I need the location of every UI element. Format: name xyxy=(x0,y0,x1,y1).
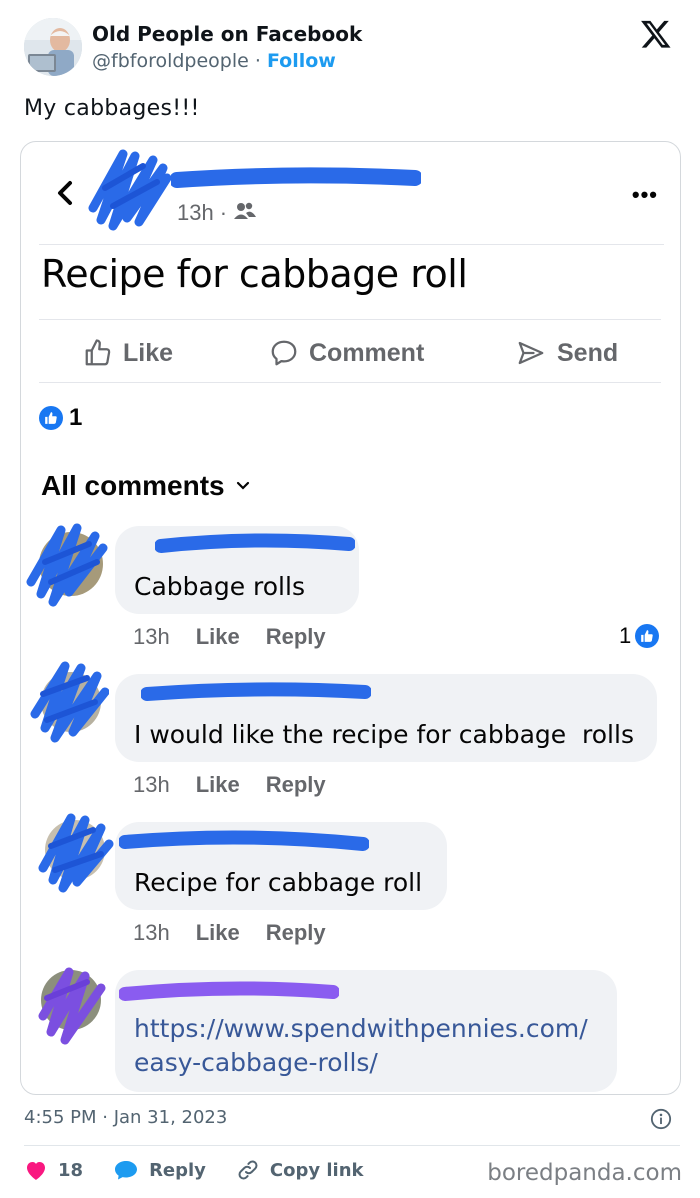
comment-action-label: Comment xyxy=(309,338,425,367)
heart-icon xyxy=(27,1162,45,1180)
follow-button[interactable]: Follow xyxy=(267,50,336,72)
commenter-avatar-redacted xyxy=(25,522,108,607)
comment-link-line: easy-cabbage-rolls/ xyxy=(134,1048,378,1077)
post-title: Recipe for cabbage roll xyxy=(41,252,468,296)
comment-text: Cabbage rolls xyxy=(134,572,305,601)
post-meta: 13h · xyxy=(177,200,257,226)
send-action-button[interactable]: Send xyxy=(515,338,618,368)
send-arrow-icon xyxy=(518,341,544,365)
more-dots-icon[interactable]: ••• xyxy=(632,182,658,208)
commenter-name-redacted xyxy=(155,533,355,553)
comment-bubble[interactable]: Recipe for cabbage roll xyxy=(115,822,447,910)
comment-time: 13h xyxy=(133,772,170,797)
watermark: boredpanda.com xyxy=(487,1160,682,1186)
post-time-dot: · xyxy=(219,200,228,225)
like-button[interactable]: 18 xyxy=(24,1159,83,1181)
reply-bubble-icon xyxy=(115,1161,138,1180)
header-divider xyxy=(39,244,664,245)
commenter-avatar-redacted xyxy=(35,962,109,1045)
comment-like-button[interactable]: Like xyxy=(196,772,240,798)
comment-action-button[interactable]: Comment xyxy=(269,338,424,368)
comment-time: 13h xyxy=(133,920,170,945)
comment-bubble[interactable]: Cabbage rolls xyxy=(115,526,359,614)
comment-bubble-icon xyxy=(271,340,297,366)
commenter-avatar-redacted xyxy=(35,808,114,893)
tweet-timestamp[interactable]: 4:55 PM · Jan 31, 2023 xyxy=(24,1107,227,1128)
send-action-label: Send xyxy=(557,338,619,367)
post-time: 13h xyxy=(177,200,214,225)
actions-divider xyxy=(39,382,661,383)
author-avatar[interactable] xyxy=(24,18,82,76)
comment-reply-button[interactable]: Reply xyxy=(266,920,326,946)
like-reaction-icon xyxy=(39,406,63,430)
comment-text: I would like the recipe for cabbage roll… xyxy=(134,720,634,749)
comment-reaction-count[interactable]: 1 xyxy=(619,623,660,649)
commenter-name-redacted xyxy=(119,981,339,1001)
copy-link-label: Copy link xyxy=(269,1159,364,1181)
commenter-name-redacted xyxy=(119,830,369,851)
thumbs-up-icon xyxy=(85,339,111,366)
tweet-actions: 18 Reply Copy link xyxy=(24,1158,394,1182)
author-handle[interactable]: @fbforoldpeople xyxy=(92,50,249,72)
comment-bubble[interactable]: I would like the recipe for cabbage roll… xyxy=(115,674,657,762)
x-logo-icon[interactable] xyxy=(640,18,672,50)
comment-like-button[interactable]: Like xyxy=(196,624,240,650)
embedded-screenshot[interactable]: 13h · ••• Recipe for cabbage roll Like C… xyxy=(20,141,681,1095)
poster-avatar-redacted xyxy=(83,148,173,232)
info-icon[interactable] xyxy=(650,1108,672,1130)
all-comments-label: All comments xyxy=(41,470,225,501)
comment-bubble[interactable]: https://www.spendwithpennies.com/ easy-c… xyxy=(115,970,617,1092)
comment-meta: 13h Like Reply xyxy=(133,772,326,798)
handle-row: @fbforoldpeople · Follow xyxy=(92,50,336,72)
commenter-name-redacted xyxy=(141,682,371,701)
copy-link-button[interactable]: Copy link xyxy=(236,1158,364,1182)
like-action-button[interactable]: Like xyxy=(83,338,173,368)
reaction-summary[interactable]: 1 xyxy=(39,404,82,432)
author-name[interactable]: Old People on Facebook xyxy=(92,22,362,46)
like-action-label: Like xyxy=(123,338,174,367)
tweet-text: My cabbages!!! xyxy=(24,96,200,121)
friends-audience-icon xyxy=(233,200,257,226)
like-reaction-icon xyxy=(635,624,660,648)
comment-reply-button[interactable]: Reply xyxy=(266,772,326,798)
footer-divider xyxy=(24,1145,680,1146)
commenter-avatar-redacted xyxy=(25,658,110,743)
comment-link[interactable]: https://www.spendwithpennies.com/ easy-c… xyxy=(134,1012,588,1080)
all-comments-filter[interactable]: All comments xyxy=(41,470,251,502)
comment-meta: 13h Like Reply xyxy=(133,624,326,650)
comment-time: 13h xyxy=(133,624,170,649)
likes-count: 18 xyxy=(58,1159,84,1181)
link-chain-icon xyxy=(238,1160,258,1180)
comment-reply-button[interactable]: Reply xyxy=(266,624,326,650)
back-chevron-icon[interactable] xyxy=(55,179,75,207)
reply-button[interactable]: Reply xyxy=(113,1159,206,1181)
comment-meta: 13h Like Reply xyxy=(133,920,326,946)
reply-label: Reply xyxy=(149,1159,206,1181)
title-divider xyxy=(39,319,661,320)
comment-link-line: https://www.spendwithpennies.com/ xyxy=(134,1014,588,1043)
reaction-count: 1 xyxy=(69,404,83,431)
poster-name-redacted xyxy=(169,162,423,192)
chevron-down-icon xyxy=(236,481,249,490)
comment-text: Recipe for cabbage roll xyxy=(134,868,423,897)
comment-like-button[interactable]: Like xyxy=(196,920,240,946)
handle-separator: · xyxy=(254,50,261,72)
